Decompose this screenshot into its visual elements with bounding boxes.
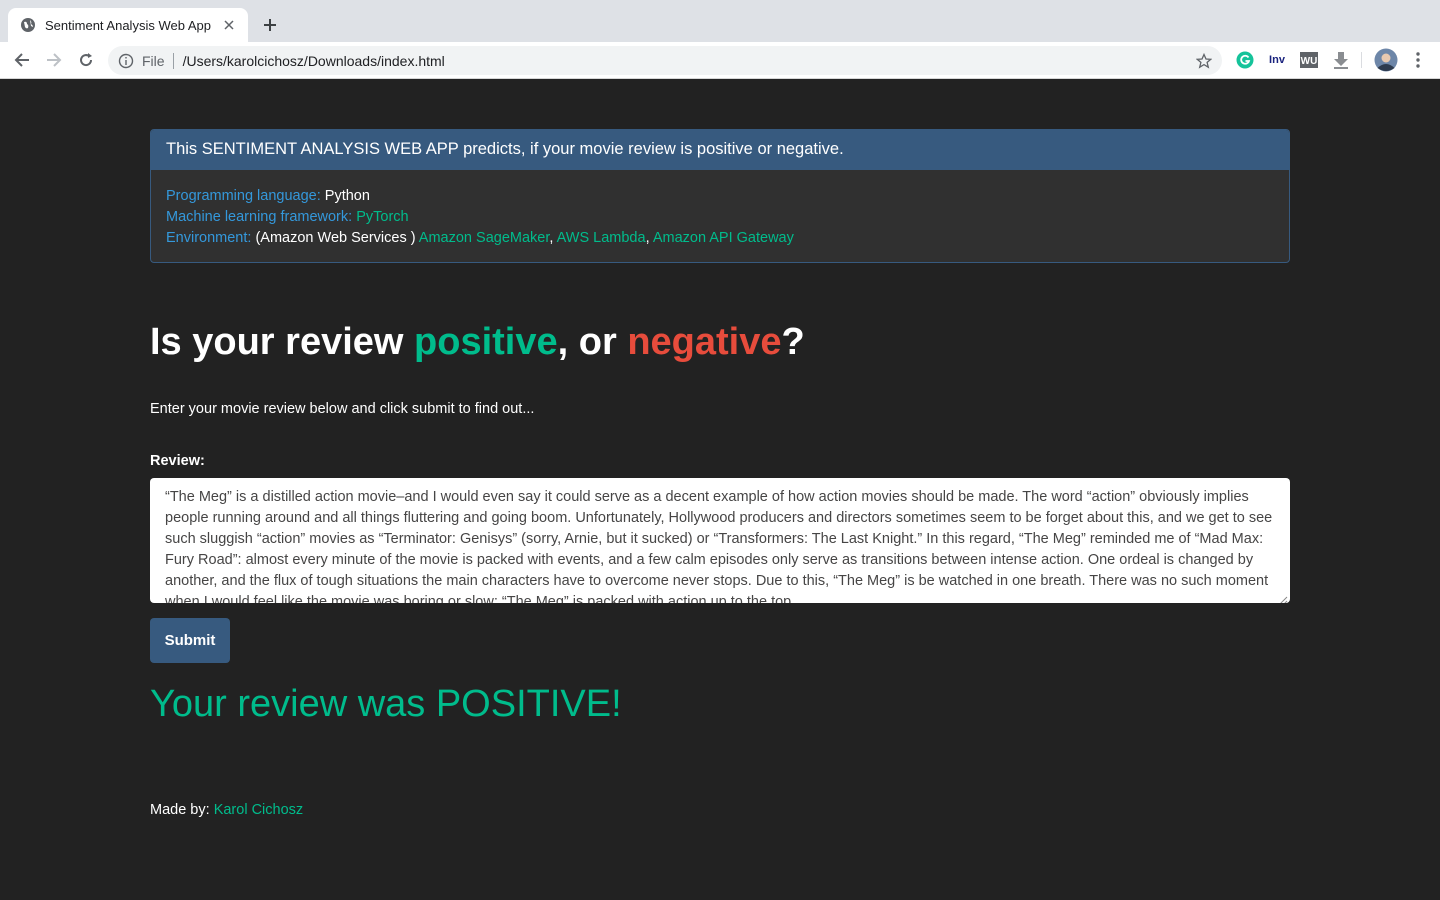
instructions-text: Enter your movie review below and click … — [150, 401, 535, 417]
browser-tab[interactable]: Sentiment Analysis Web App — [8, 8, 248, 42]
tab-strip: Sentiment Analysis Web App — [0, 0, 1440, 42]
env-lambda: AWS Lambda — [556, 230, 646, 246]
url-text[interactable]: /Users/karolcichosz/Downloads/index.html — [183, 53, 1194, 69]
heading-part1: Is your review — [150, 321, 415, 363]
profile-avatar[interactable] — [1374, 48, 1398, 72]
back-arrow-icon[interactable] — [10, 48, 34, 72]
star-icon[interactable] — [1194, 51, 1214, 71]
framework-line: Machine learning framework: PyTorch — [166, 207, 1274, 228]
menu-dots-icon[interactable] — [1410, 50, 1426, 70]
inv-extension-icon[interactable]: Inv — [1264, 50, 1290, 70]
language-line: Programming language: Python — [166, 186, 1274, 207]
framework-value: PyTorch — [356, 209, 409, 225]
env-sagemaker: Amazon SageMaker — [418, 230, 550, 246]
close-icon[interactable] — [220, 16, 238, 34]
heading-positive-word: positive — [414, 321, 558, 363]
review-text: “The Meg” is a distilled action movie–an… — [165, 489, 1273, 603]
footer: Made by: Karol Cichosz — [150, 802, 303, 818]
made-by-label: Made by: — [150, 802, 210, 818]
resize-handle-icon[interactable] — [1278, 591, 1288, 603]
globe-favicon-icon — [20, 17, 36, 33]
svg-text:WU: WU — [1301, 56, 1318, 67]
environment-line: Environment: (Amazon Web Services ) Amaz… — [166, 228, 1274, 249]
info-panel: This SENTIMENT ANALYSIS WEB APP predicts… — [150, 129, 1290, 263]
browser-toolbar: File /Users/karolcichosz/Downloads/index… — [0, 42, 1440, 79]
review-label: Review: — [150, 453, 205, 469]
author-link[interactable]: Karol Cichosz — [214, 802, 303, 818]
info-panel-body: Programming language: Python Machine lea… — [151, 170, 1289, 262]
heading-part2: , or — [557, 321, 628, 363]
environment-provider: (Amazon Web Services ) — [255, 230, 416, 246]
page-content: This SENTIMENT ANALYSIS WEB APP predicts… — [0, 79, 1440, 900]
env-api-gateway: Amazon API Gateway — [652, 230, 794, 246]
language-label: Programming language: — [166, 188, 321, 204]
tab-title: Sentiment Analysis Web App — [45, 17, 211, 33]
environment-label: Environment: — [166, 230, 252, 246]
submit-button[interactable]: Submit — [150, 618, 230, 663]
review-textarea[interactable]: “The Meg” is a distilled action movie–an… — [150, 478, 1290, 603]
wu-extension-icon[interactable]: WU — [1299, 50, 1319, 70]
heading-part3: ? — [781, 321, 805, 363]
scheme-label: File — [142, 52, 174, 69]
download-icon[interactable] — [1331, 50, 1351, 70]
reload-icon[interactable] — [74, 48, 98, 72]
info-panel-heading: This SENTIMENT ANALYSIS WEB APP predicts… — [151, 130, 1289, 170]
language-value: Python — [324, 188, 370, 204]
heading-negative-word: negative — [627, 321, 782, 363]
page-title: Is your review positive, or negative? — [150, 321, 805, 364]
forward-arrow-icon[interactable] — [42, 48, 66, 72]
toolbar-divider — [1361, 52, 1362, 68]
comma-separator: , — [645, 230, 650, 246]
framework-label: Machine learning framework: — [166, 209, 353, 225]
info-icon[interactable] — [118, 53, 134, 69]
address-bar[interactable]: File /Users/karolcichosz/Downloads/index… — [108, 46, 1222, 75]
grammarly-icon[interactable] — [1234, 50, 1256, 70]
prediction-result: Your review was POSITIVE! — [150, 683, 622, 725]
comma-separator: , — [549, 230, 554, 246]
plus-icon[interactable] — [258, 13, 282, 37]
